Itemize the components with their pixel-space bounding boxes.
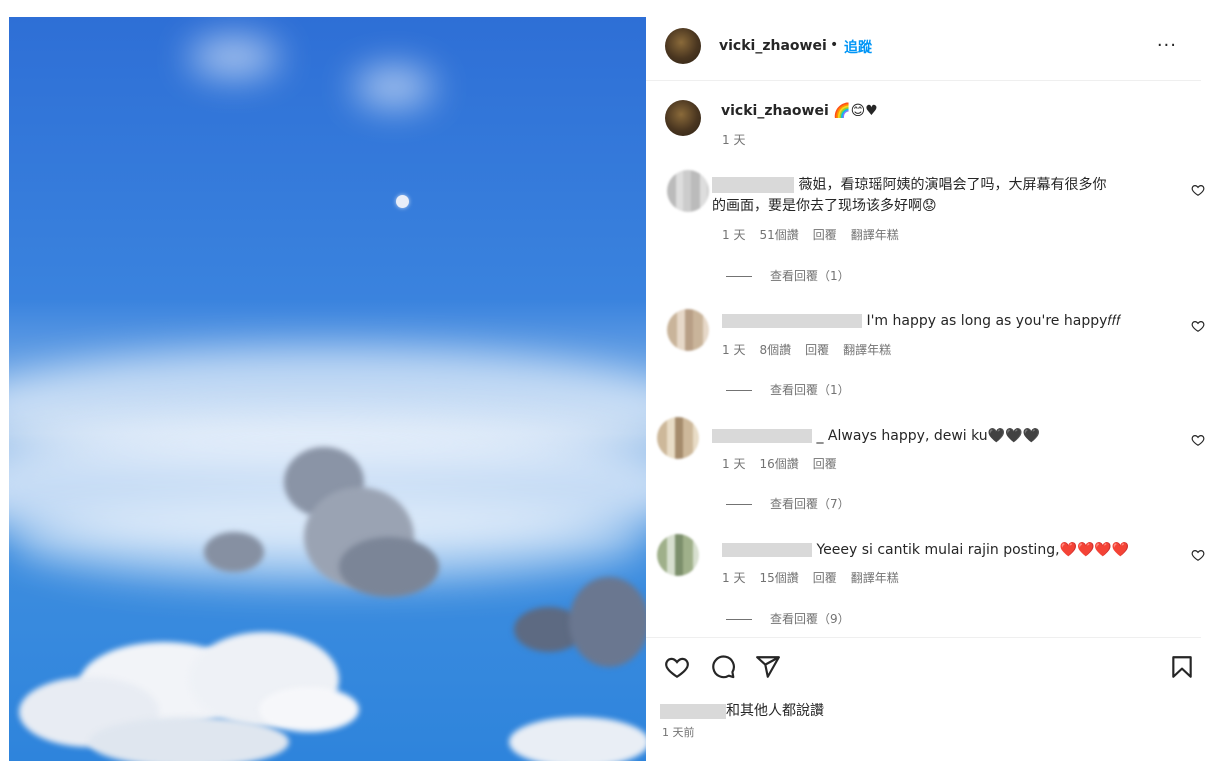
view-replies-button[interactable]: 查看回覆（1） bbox=[726, 381, 850, 398]
reply-button[interactable]: 回覆 bbox=[813, 457, 837, 471]
reply-button[interactable]: 回覆 bbox=[813, 571, 837, 585]
comment-likes[interactable]: 8個讚 bbox=[759, 343, 791, 357]
comment-avatar[interactable] bbox=[657, 534, 699, 576]
comment-avatar[interactable] bbox=[657, 417, 699, 459]
blurred-username bbox=[722, 543, 812, 557]
heart-icon[interactable] bbox=[664, 654, 690, 680]
caption-time: 1 天 bbox=[722, 133, 746, 147]
caption-line: vicki_zhaowei 🌈😊♥ bbox=[721, 103, 878, 119]
like-comment-heart-icon[interactable] bbox=[1191, 548, 1205, 562]
comment-avatar[interactable] bbox=[667, 170, 709, 212]
view-replies-button[interactable]: 查看回覆（1） bbox=[726, 267, 850, 284]
comment-text: 薇姐，看琼瑶阿姨的演唱会了吗，大屏幕有很多你 的画面，要是你去了现场该多好啊😟 bbox=[712, 177, 1107, 214]
post-time: 1 天前 bbox=[662, 726, 695, 739]
comment-text: I'm happy as long as you're happy𝑓𝑓𝑓 bbox=[722, 311, 1162, 332]
like-comment-heart-icon[interactable] bbox=[1191, 319, 1205, 333]
comment-text: _ Always happy, dewi ku🖤🖤🖤 bbox=[712, 426, 1152, 447]
comment-meta: 1 天 8個讚 回覆 翻譯年糕 bbox=[722, 341, 905, 358]
comment-avatar[interactable] bbox=[667, 309, 709, 351]
more-icon[interactable]: ··· bbox=[1157, 35, 1177, 56]
like-comment-heart-icon[interactable] bbox=[1191, 183, 1205, 197]
post-detail-panel: vicki_zhaowei • 追蹤 ··· vicki_zhaowei 🌈😊♥… bbox=[646, 17, 1213, 761]
caption-username[interactable]: vicki_zhaowei bbox=[721, 103, 829, 119]
blurred-username bbox=[712, 429, 812, 443]
comment-likes[interactable]: 51個讚 bbox=[759, 228, 798, 242]
comment-text: Yeeey si cantik mulai rajin posting,❤️❤️… bbox=[722, 540, 1162, 561]
follow-button[interactable]: 追蹤 bbox=[844, 37, 872, 57]
comment-likes[interactable]: 15個讚 bbox=[759, 571, 798, 585]
blurred-username bbox=[712, 177, 794, 193]
post-actions-bar: 和其他人都說讚 1 天前 bbox=[646, 637, 1201, 762]
post-photo[interactable] bbox=[9, 17, 646, 761]
blurred-username bbox=[722, 314, 862, 328]
likes-summary[interactable]: 和其他人都說讚 bbox=[660, 700, 824, 720]
translate-button[interactable]: 翻譯年糕 bbox=[851, 571, 899, 585]
comment-icon[interactable] bbox=[710, 654, 736, 680]
comment-likes[interactable]: 16個讚 bbox=[759, 457, 798, 471]
reply-button[interactable]: 回覆 bbox=[813, 228, 837, 242]
comment-meta: 1 天 51個讚 回覆 翻譯年糕 bbox=[722, 226, 913, 243]
author-username[interactable]: vicki_zhaowei bbox=[719, 38, 827, 54]
share-icon[interactable] bbox=[755, 654, 781, 680]
caption-avatar[interactable] bbox=[665, 100, 701, 136]
comment-time: 1 天 bbox=[722, 571, 746, 585]
comment-meta: 1 天 16個讚 回覆 bbox=[722, 455, 851, 472]
reply-button[interactable]: 回覆 bbox=[805, 343, 829, 357]
bookmark-icon[interactable] bbox=[1169, 654, 1195, 680]
view-replies-button[interactable]: 查看回覆（7） bbox=[726, 495, 850, 512]
comment-time: 1 天 bbox=[722, 457, 746, 471]
blurred-username bbox=[660, 703, 726, 719]
translate-button[interactable]: 翻譯年糕 bbox=[843, 343, 891, 357]
comment-time: 1 天 bbox=[722, 343, 746, 357]
author-avatar[interactable] bbox=[665, 28, 701, 64]
view-replies-button[interactable]: 查看回覆（9） bbox=[726, 610, 850, 627]
translate-button[interactable]: 翻譯年糕 bbox=[851, 228, 899, 242]
comment-time: 1 天 bbox=[722, 228, 746, 242]
moon bbox=[396, 195, 409, 208]
like-comment-heart-icon[interactable] bbox=[1191, 433, 1205, 447]
separator-dot: • bbox=[830, 37, 839, 53]
post-header: vicki_zhaowei • 追蹤 ··· bbox=[646, 17, 1201, 81]
comment-meta: 1 天 15個讚 回覆 翻譯年糕 bbox=[722, 569, 913, 586]
caption-text: 🌈😊♥ bbox=[833, 103, 878, 119]
